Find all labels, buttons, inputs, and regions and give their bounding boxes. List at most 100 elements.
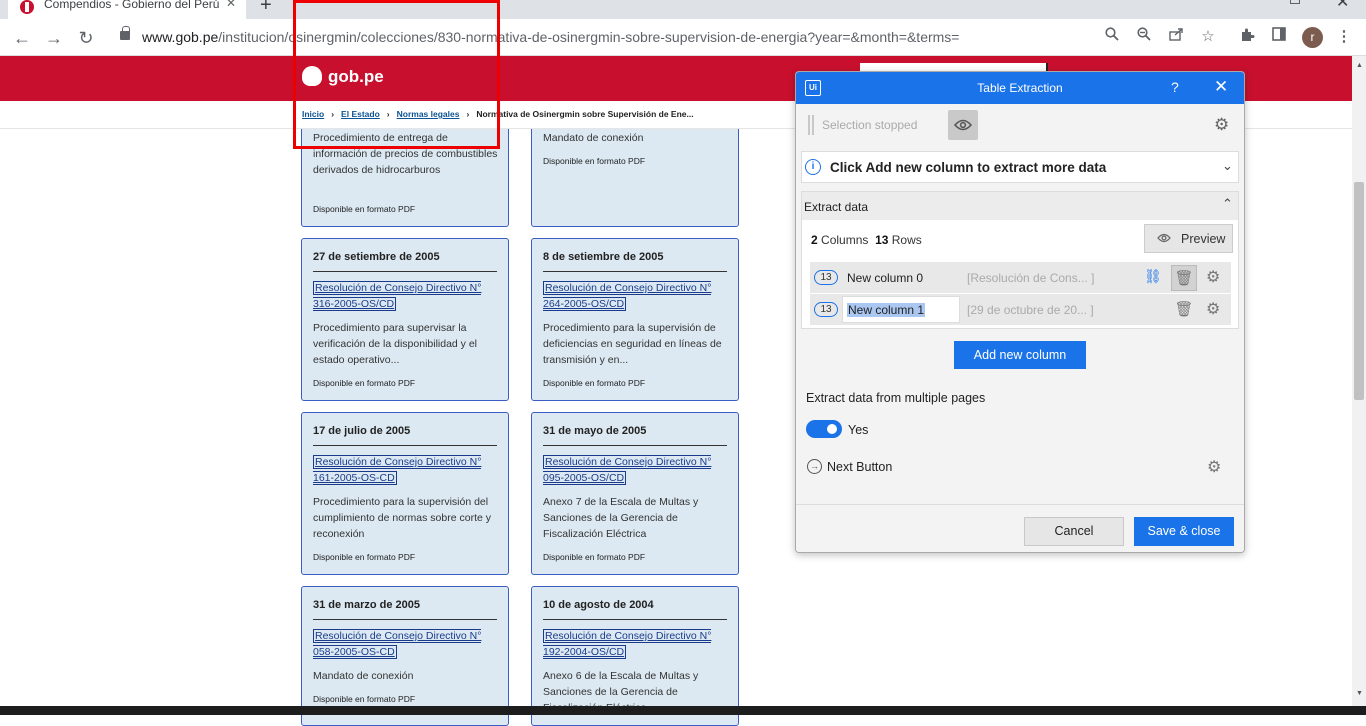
card-pdf-label: Disponible en formato PDF xyxy=(543,552,646,562)
card-pdf-label: Disponible en formato PDF xyxy=(313,378,416,388)
card-resolution-link[interactable]: Resolución de Consejo Directivo N° 058-2… xyxy=(313,628,493,660)
gear-icon[interactable]: ⚙ xyxy=(1214,115,1229,135)
next-button-label[interactable]: Next Button xyxy=(827,460,892,474)
card-resolution-link[interactable]: Resolución de Consejo Directivo N° 316-2… xyxy=(313,280,493,312)
extract-data-panel: Extract data ⌃ 2 Columns 13 Rows Preview… xyxy=(801,191,1239,329)
pause-icon[interactable] xyxy=(808,115,814,135)
tab-title: Compendios - Gobierno del Perú xyxy=(44,0,220,11)
column-name-selected-text: New column 1 xyxy=(847,303,926,317)
scroll-up-icon[interactable]: ▲ xyxy=(1356,62,1363,69)
column-preview: [29 de octubre de 20... ] xyxy=(967,303,1094,317)
document-card[interactable]: 27 de setiembre de 2005 Resolución de Co… xyxy=(301,238,509,401)
card-description: Mandato de conexión xyxy=(543,132,644,144)
card-pdf-label: Disponible en formato PDF xyxy=(313,694,416,704)
document-card[interactable]: 31 de mayo de 2005 Resolución de Consejo… xyxy=(531,412,739,575)
forward-icon[interactable]: → xyxy=(42,26,66,50)
tab-close-icon[interactable]: ✕ xyxy=(226,0,236,10)
help-icon[interactable]: ? xyxy=(1171,79,1179,95)
cancel-button[interactable]: Cancel xyxy=(1024,517,1124,546)
scroll-down-icon[interactable]: ▼ xyxy=(1356,690,1363,697)
multi-page-label: Extract data from multiple pages xyxy=(806,391,986,405)
window-close-icon[interactable]: ✕ xyxy=(1336,0,1349,12)
card-resolution-link[interactable]: Resolución de Consejo Directivo N° 192-2… xyxy=(543,628,723,660)
extract-data-header[interactable]: Extract data ⌃ xyxy=(802,192,1238,220)
card-resolution-link[interactable]: Resolución de Consejo Directivo N° 095-2… xyxy=(543,454,723,486)
address-bar[interactable]: www.gob.pe/institucion/osinergmin/colecc… xyxy=(142,29,959,45)
info-text: Click Add new column to extract more dat… xyxy=(830,160,1107,175)
tab-strip: Compendios - Gobierno del Perú ✕ + ✕ xyxy=(0,0,1366,19)
close-icon[interactable]: ✕ xyxy=(1214,77,1228,97)
column-row[interactable]: 13 New column 0 [Resolución de Cons... ]… xyxy=(810,262,1231,294)
trash-icon[interactable]: 🗑 xyxy=(1171,265,1197,291)
table-extraction-dialog: Ui Table Extraction ? ✕ Selection stoppe… xyxy=(795,71,1245,553)
extensions-icon[interactable] xyxy=(1237,27,1257,47)
preview-button[interactable]: Preview xyxy=(1144,224,1233,253)
document-card[interactable]: 31 de marzo de 2005 Resolución de Consej… xyxy=(301,586,509,726)
card-date: 27 de setiembre de 2005 xyxy=(313,251,440,263)
selection-status[interactable]: Selection stopped xyxy=(822,118,917,132)
breadcrumb-current: Normativa de Osinergmin sobre Supervisió… xyxy=(476,109,694,119)
document-card[interactable]: 8 de setiembre de 2005 Resolución de Con… xyxy=(531,238,739,401)
reload-icon[interactable]: ↻ xyxy=(74,26,98,50)
extract-data-title: Extract data xyxy=(804,200,869,214)
dialog-footer: Cancel Save & close xyxy=(796,504,1244,552)
card-divider xyxy=(543,271,727,272)
menu-icon[interactable]: ⋮ xyxy=(1334,27,1354,47)
card-divider xyxy=(543,445,727,446)
peru-flag-icon xyxy=(20,0,34,14)
multi-page-toggle[interactable] xyxy=(806,420,842,438)
back-icon[interactable]: ← xyxy=(10,26,34,50)
card-date: 31 de marzo de 2005 xyxy=(313,599,421,611)
chevron-down-icon[interactable]: ⌄ xyxy=(1222,158,1233,174)
eye-icon xyxy=(1157,231,1171,246)
column-row[interactable]: 13 New column 1 [29 de octubre de 20... … xyxy=(810,294,1231,326)
document-card[interactable]: Mandato de conexión Disponible en format… xyxy=(531,120,739,227)
lock-icon[interactable] xyxy=(120,26,130,40)
column-row-counts: 2 Columns 13 Rows xyxy=(811,233,922,247)
card-resolution-link[interactable]: Resolución de Consejo Directivo N° 264-2… xyxy=(543,280,723,312)
column-name-input[interactable]: New column 1 xyxy=(842,296,960,323)
eye-icon[interactable] xyxy=(948,110,978,140)
card-pdf-label: Disponible en formato PDF xyxy=(543,156,646,166)
link-column-icon[interactable]: ⛓ xyxy=(1144,268,1162,285)
search-icon[interactable] xyxy=(1102,27,1122,47)
gear-icon[interactable]: ⚙ xyxy=(1207,457,1221,477)
add-new-column-button[interactable]: Add new column xyxy=(954,341,1086,369)
card-description: Procedimiento para la supervisión del cu… xyxy=(313,496,491,540)
card-pdf-label: Disponible en formato PDF xyxy=(313,552,416,562)
card-divider xyxy=(543,619,727,620)
trash-icon[interactable]: 🗑 xyxy=(1171,297,1197,323)
column-name[interactable]: New column 0 xyxy=(847,271,923,285)
new-tab-button[interactable]: + xyxy=(260,0,272,17)
toggle-label: Yes xyxy=(848,423,869,437)
share-icon[interactable] xyxy=(1166,27,1186,47)
info-icon: i xyxy=(805,159,821,175)
browser-tab[interactable]: Compendios - Gobierno del Perú ✕ xyxy=(8,0,246,19)
url-host: www.gob.pe xyxy=(142,29,219,45)
card-description: Procedimiento para la supervisión de def… xyxy=(543,322,722,366)
document-card[interactable]: 10 de agosto de 2004 Resolución de Conse… xyxy=(531,586,739,726)
arrow-right-circle-icon: → xyxy=(807,459,822,474)
chevron-up-icon[interactable]: ⌃ xyxy=(1222,196,1233,212)
info-banner[interactable]: i Click Add new column to extract more d… xyxy=(801,151,1239,183)
zoom-icon[interactable] xyxy=(1134,27,1154,47)
page-scrollbar[interactable]: ▲ ▼ xyxy=(1352,56,1366,708)
card-resolution-link[interactable]: Resolución de Consejo Directivo N° 161-2… xyxy=(313,454,493,486)
row-count-badge: 13 xyxy=(814,302,838,317)
gear-icon[interactable]: ⚙ xyxy=(1206,299,1220,319)
document-card[interactable]: 17 de julio de 2005 Resolución de Consej… xyxy=(301,412,509,575)
profile-avatar[interactable]: r xyxy=(1302,27,1323,48)
star-icon[interactable]: ☆ xyxy=(1198,27,1218,47)
sidepanel-icon[interactable] xyxy=(1269,27,1289,47)
card-description: Mandato de conexión xyxy=(313,670,414,682)
save-close-button[interactable]: Save & close xyxy=(1134,517,1234,546)
column-preview: [Resolución de Cons... ] xyxy=(967,271,1095,285)
taskbar-strip xyxy=(0,706,1366,715)
gear-icon[interactable]: ⚙ xyxy=(1206,267,1220,287)
card-date: 31 de mayo de 2005 xyxy=(543,425,647,437)
selection-toolbar: Selection stopped ⚙ xyxy=(796,104,1244,146)
window-restore-icon[interactable] xyxy=(1290,0,1300,4)
card-pdf-label: Disponible en formato PDF xyxy=(543,378,646,388)
scrollbar-thumb[interactable] xyxy=(1354,182,1364,400)
dialog-titlebar[interactable]: Ui Table Extraction ? ✕ xyxy=(796,72,1244,104)
